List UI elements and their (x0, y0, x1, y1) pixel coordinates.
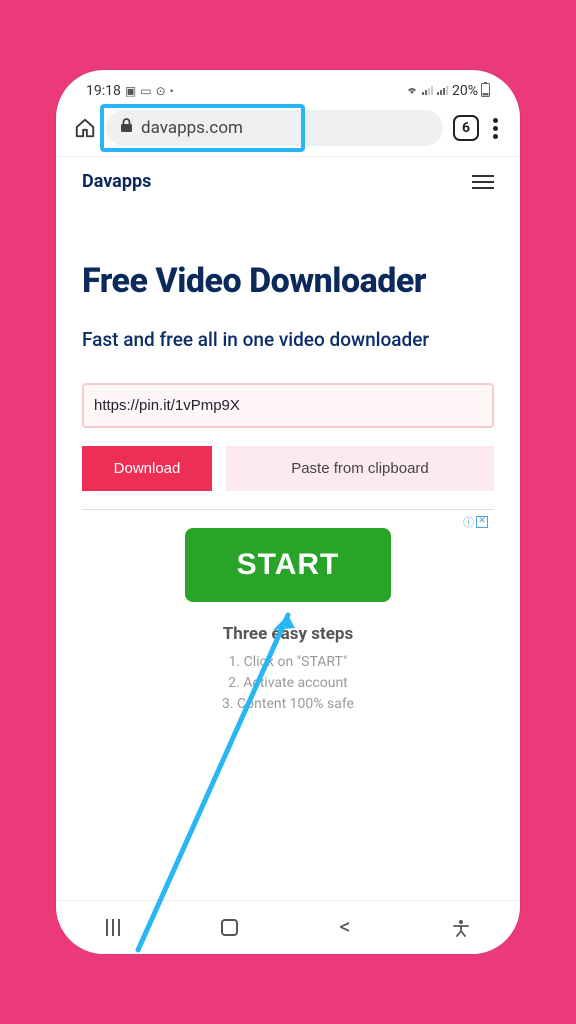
nav-accessibility-icon[interactable] (452, 919, 470, 937)
signal2-icon (437, 84, 449, 99)
statusbar: 19:18 ▣ ▭ ⊙ • 20% (56, 70, 520, 104)
page-subtitle: Fast and free all in one video downloade… (82, 327, 494, 353)
ad-step1: 1. Click on "START" (82, 652, 494, 673)
battery-percent: 20% (452, 83, 478, 99)
statusbar-time: 19:18 (86, 83, 121, 99)
ad-subtitle: Three easy steps (82, 624, 494, 644)
download-button[interactable]: Download (82, 446, 212, 491)
statusbar-more-icon: • (170, 84, 174, 98)
android-navbar: < (56, 900, 520, 954)
ad-info-icon: ⓘ (463, 514, 474, 530)
signal-icon (422, 84, 434, 99)
site-header: Davapps (56, 157, 520, 202)
menu-kebab-icon[interactable] (489, 118, 502, 139)
statusbar-left: 19:18 ▣ ▭ ⊙ • (86, 83, 174, 99)
hamburger-icon[interactable] (472, 175, 494, 189)
address-bar[interactable]: davapps.com (106, 110, 443, 146)
ad-step3: 3. Content 100% safe (82, 694, 494, 715)
page-title: Free Video Downloader (82, 262, 494, 301)
home-icon[interactable] (74, 117, 96, 139)
nav-recents-icon[interactable] (106, 919, 120, 936)
address-text: davapps.com (141, 118, 243, 138)
tab-count-value: 6 (462, 120, 470, 136)
button-row: Download Paste from clipboard (82, 446, 494, 491)
tab-counter[interactable]: 6 (453, 115, 479, 141)
nav-home-icon[interactable] (221, 919, 238, 936)
lock-icon (120, 118, 133, 138)
battery-icon (481, 82, 490, 100)
url-input-row (82, 383, 494, 428)
statusbar-clock-icon: ⊙ (156, 84, 166, 98)
ad-block: ⓘ ✕ START Three easy steps 1. Click on "… (82, 509, 494, 715)
site-brand[interactable]: Davapps (82, 171, 151, 192)
statusbar-image-icon: ▭ (140, 84, 151, 98)
statusbar-right: 20% (405, 82, 490, 100)
video-url-input[interactable] (82, 383, 494, 428)
wifi-icon (405, 84, 419, 99)
ad-start-button[interactable]: START (185, 528, 392, 602)
paste-clipboard-button[interactable]: Paste from clipboard (226, 446, 494, 491)
address-bar-container: davapps.com (106, 110, 443, 146)
ad-steps: 1. Click on "START" 2. Activate account … (82, 652, 494, 715)
page-content: Free Video Downloader Fast and free all … (56, 202, 520, 725)
statusbar-notification-icon: ▣ (125, 84, 136, 98)
ad-marker[interactable]: ⓘ ✕ (463, 514, 488, 530)
nav-back-icon[interactable]: < (339, 915, 350, 940)
ad-step2: 2. Activate account (82, 673, 494, 694)
browser-toolbar: davapps.com 6 (56, 104, 520, 157)
phone-frame: 19:18 ▣ ▭ ⊙ • 20% (56, 70, 520, 954)
ad-close-icon[interactable]: ✕ (476, 516, 488, 528)
